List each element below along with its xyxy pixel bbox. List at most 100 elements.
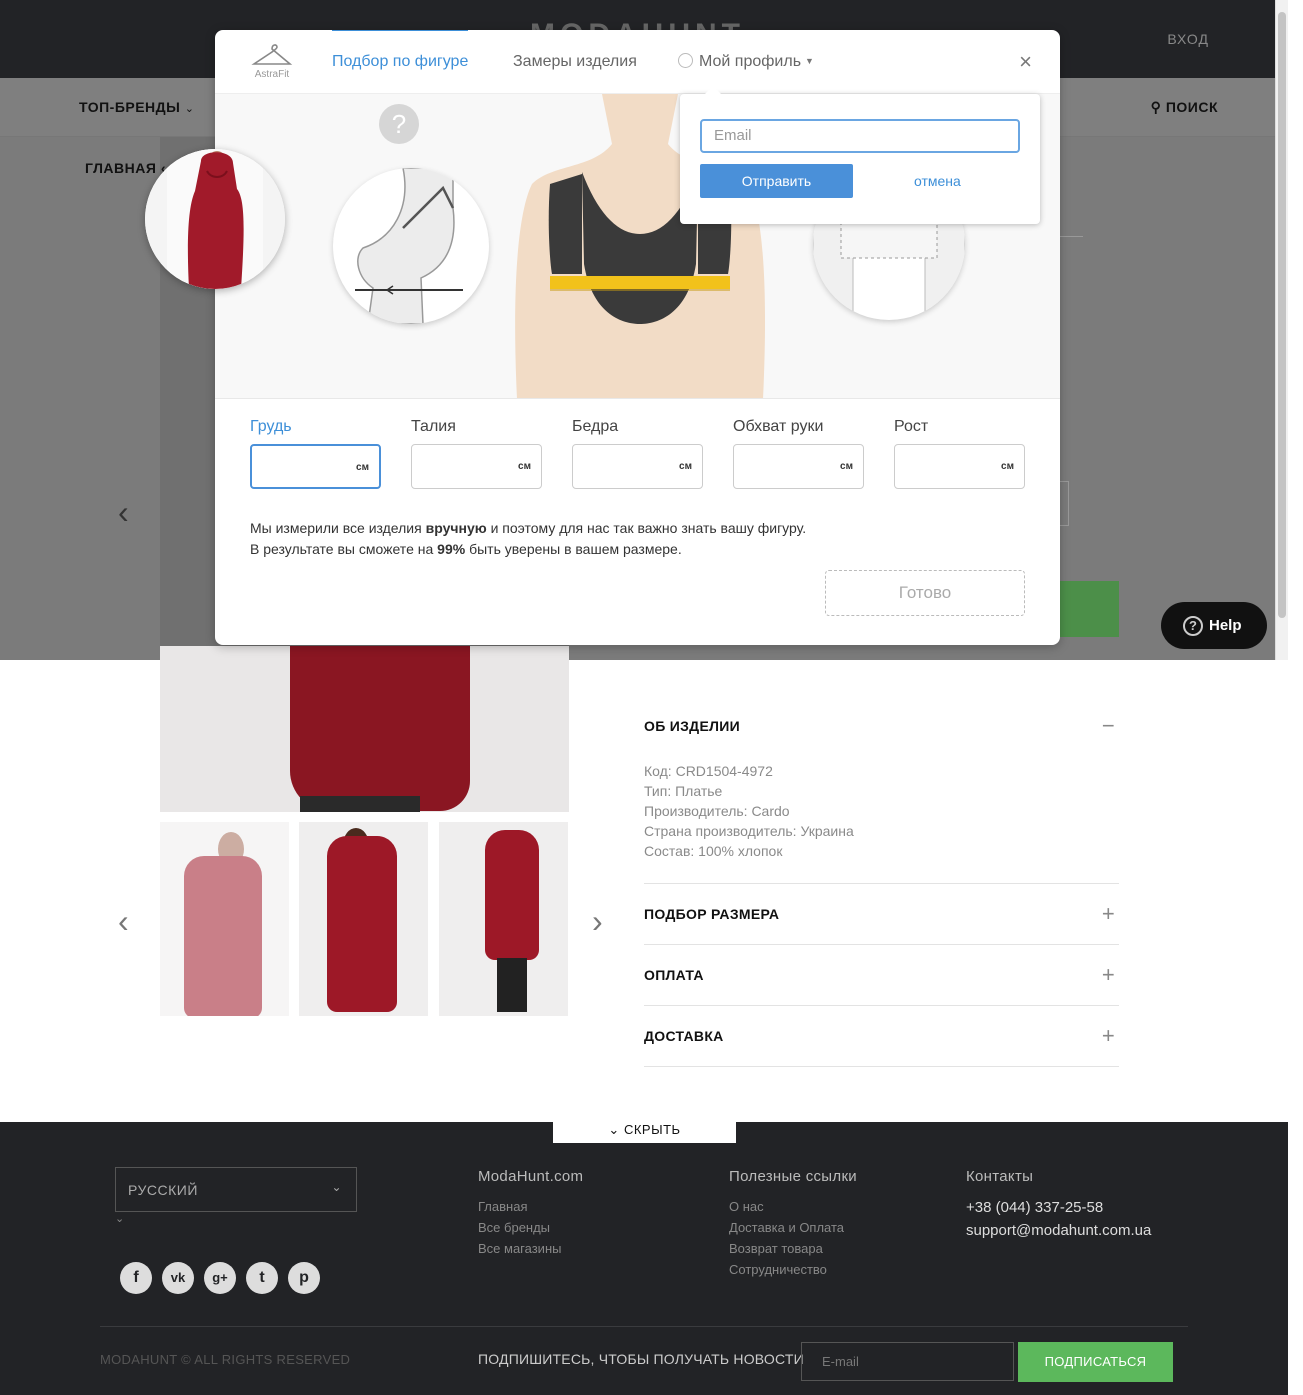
accordion-delivery[interactable]: ДОСТАВКА + — [644, 1006, 1119, 1067]
help-button[interactable]: ? Help — [1161, 602, 1267, 649]
footer-phone[interactable]: +38 (044) 337-25-58 — [966, 1199, 1151, 1216]
footer-link-brands[interactable]: Все бренды — [478, 1220, 583, 1235]
vk-icon[interactable]: vk — [162, 1262, 194, 1294]
accordion-size[interactable]: ПОДБОР РАЗМЕРА + — [644, 884, 1119, 945]
note-bold: 99% — [437, 541, 466, 557]
side-view-circle — [333, 168, 489, 324]
ready-button[interactable]: Готово — [825, 570, 1025, 616]
modal-header: AstraFit Подбор по фигуре Замеры изделия… — [215, 30, 1060, 94]
unit-label: см — [679, 461, 692, 472]
tab-item-measurements[interactable]: Замеры изделия — [513, 53, 637, 71]
accordion-title: ОБ ИЗДЕЛИИ — [644, 718, 740, 734]
subscribe-email-input[interactable]: E-mail — [801, 1342, 1014, 1381]
footer-col-title: Контакты — [966, 1168, 1034, 1185]
arm-input[interactable]: см — [733, 444, 864, 489]
arm-field: Обхват руки см — [733, 418, 864, 489]
tab-figure-fit[interactable]: Подбор по фигуре — [332, 30, 469, 71]
chevron-down-icon: ⌄ — [608, 1122, 620, 1137]
question-icon: ? — [1183, 616, 1203, 636]
twitter-icon[interactable]: t — [246, 1262, 278, 1294]
detail-composition: Состав: 100% хлопок — [644, 843, 783, 859]
accordion-payment[interactable]: ОПЛАТА + — [644, 945, 1119, 1006]
pinterest-icon[interactable]: p — [288, 1262, 320, 1294]
figure-dress — [485, 830, 539, 960]
chevron-left-icon[interactable]: ‹ — [118, 494, 129, 531]
detail-manufacturer: Производитель: Cardo — [644, 803, 790, 819]
login-link[interactable]: ВХОД — [1167, 31, 1209, 47]
copyright: MODAHUNT © ALL RIGHTS RESERVED — [100, 1352, 351, 1367]
help-question-icon[interactable]: ? — [379, 104, 419, 144]
footer-link-delivery[interactable]: Доставка и Оплата — [729, 1220, 857, 1235]
waist-input[interactable]: см — [411, 444, 542, 489]
facebook-icon[interactable]: f — [120, 1262, 152, 1294]
nav-search[interactable]: ⚲ ПОИСК — [1151, 99, 1218, 116]
breadcrumb[interactable]: ГЛАВНАЯ ‹ — [85, 160, 166, 176]
footer-link-about[interactable]: О нас — [729, 1199, 857, 1214]
height-input[interactable]: см — [894, 444, 1025, 489]
chest-input[interactable]: см — [250, 444, 381, 489]
unit-label: см — [840, 461, 853, 472]
footer-link-cooperation[interactable]: Сотрудничество — [729, 1262, 857, 1277]
email-input[interactable]: Email — [700, 119, 1020, 153]
footer-link-returns[interactable]: Возврат товара — [729, 1241, 857, 1256]
thumbnail-3[interactable] — [439, 822, 568, 1016]
accordion-about[interactable]: ОБ ИЗДЕЛИИ − — [644, 696, 1119, 757]
hips-field: Бедра см — [572, 418, 703, 489]
tab-my-profile[interactable]: Мой профиль ▼ — [678, 53, 814, 71]
profile-email-popover: Email Отправить отмена — [680, 86, 1040, 224]
chest-label: Грудь — [250, 418, 292, 435]
cancel-link[interactable]: отмена — [914, 173, 961, 189]
detail-country: Страна производитель: Украина — [644, 823, 854, 839]
caret-down-icon: ▼ — [805, 56, 814, 66]
divider — [100, 1326, 1188, 1327]
send-button[interactable]: Отправить — [700, 164, 853, 198]
nav-top-brands[interactable]: ТОП-БРЕНДЫ ⌄ — [79, 99, 194, 115]
detail-type: Тип: Платье — [644, 783, 723, 799]
footer-link-home[interactable]: Главная — [478, 1199, 583, 1214]
chest-field: Грудь см — [250, 418, 381, 489]
product-accordion: ОБ ИЗДЕЛИИ − Код: CRD1504-4972 Тип: Плат… — [644, 696, 1119, 1067]
accordion-title: ДОСТАВКА — [644, 1028, 724, 1044]
thumbnail-2[interactable] — [299, 822, 428, 1016]
help-label: Help — [1209, 617, 1242, 634]
modal-note: Мы измерили все изделия вручную и поэтом… — [250, 518, 806, 560]
astrafit-logo: AstraFit — [248, 40, 296, 80]
hips-label: Бедра — [572, 418, 619, 435]
scrollbar-thumb[interactable] — [1278, 12, 1286, 618]
footer-col-title: Полезные ссылки — [729, 1168, 857, 1185]
accordion-title: ПОДБОР РАЗМЕРА — [644, 906, 780, 922]
legs-shape — [300, 796, 420, 812]
scrollbar[interactable] — [1275, 0, 1288, 660]
figure-dress — [184, 856, 262, 1016]
subscribe-button[interactable]: ПОДПИСАТЬСЯ — [1018, 1342, 1173, 1382]
plus-icon[interactable]: + — [1102, 901, 1115, 927]
user-icon — [678, 53, 693, 68]
arm-label: Обхват руки — [733, 418, 824, 435]
figure-dress — [327, 836, 397, 1012]
plus-icon[interactable]: + — [1102, 1023, 1115, 1049]
chevron-right-icon[interactable]: › — [592, 903, 603, 940]
language-select[interactable]: РУССКИЙ ⌄ — [115, 1167, 357, 1212]
chevron-left-icon[interactable]: ‹ — [118, 903, 129, 940]
waist-field: Талия см — [411, 418, 542, 489]
thumbnail-1[interactable] — [160, 822, 289, 1016]
unit-label: см — [356, 462, 369, 473]
footer-link-shops[interactable]: Все магазины — [478, 1241, 583, 1256]
dress-shape — [290, 646, 470, 811]
language-value: РУССКИЙ — [128, 1182, 198, 1198]
note-text: Мы измерили все изделия — [250, 520, 426, 536]
figure-legs — [497, 958, 527, 1012]
minus-icon[interactable]: − — [1102, 713, 1115, 739]
plus-icon[interactable]: + — [1102, 962, 1115, 988]
product-avatar — [145, 149, 285, 289]
product-photo-lower — [160, 646, 569, 812]
google-plus-icon[interactable]: g+ — [204, 1262, 236, 1294]
chevron-down-icon: ⌄ — [115, 1213, 125, 1225]
note-line-2: В результате вы сможете на 99% быть увер… — [250, 539, 806, 560]
hips-input[interactable]: см — [572, 444, 703, 489]
close-icon[interactable]: × — [1019, 49, 1032, 75]
breadcrumb-home[interactable]: ГЛАВНАЯ — [85, 160, 156, 176]
hide-footer-tab[interactable]: ⌄ СКРЫТЬ — [553, 1121, 736, 1143]
footer-email[interactable]: support@modahunt.com.ua — [966, 1222, 1151, 1239]
search-icon: ⚲ — [1150, 99, 1162, 115]
